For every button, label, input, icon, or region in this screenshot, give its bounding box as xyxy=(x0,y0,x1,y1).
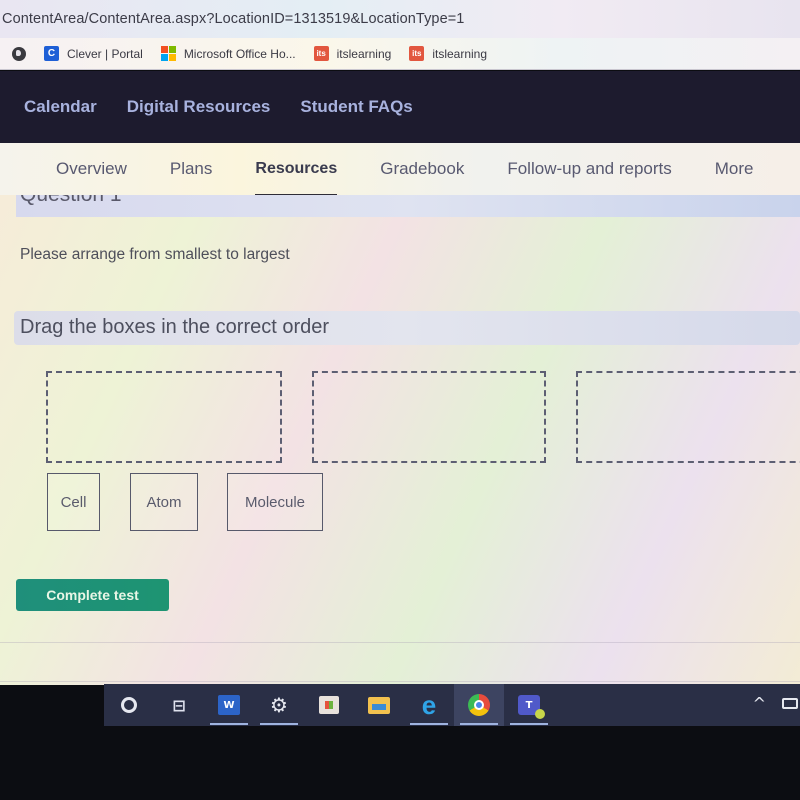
complete-test-button[interactable]: Complete test xyxy=(16,579,169,611)
file-explorer-icon xyxy=(368,696,390,714)
itslearning-icon: its xyxy=(409,46,425,61)
bookmark-label: Microsoft Office Ho... xyxy=(183,46,296,61)
word-icon: W xyxy=(218,695,240,715)
microsoft-office-icon xyxy=(160,46,176,61)
bookmark-label: itslearning xyxy=(432,46,488,61)
course-tabs: Overview Plans Resources Gradebook Follo… xyxy=(0,143,800,198)
tab-gradebook[interactable]: Gradebook xyxy=(380,143,464,195)
clever-icon: C xyxy=(44,46,59,61)
tab-resources[interactable]: Resources xyxy=(255,143,337,198)
test-content: Question 1 Please arrange from smallest … xyxy=(0,195,800,685)
question-title: Question 1 xyxy=(20,195,122,207)
drag-tile-molecule[interactable]: Molecule xyxy=(227,473,323,531)
drop-zone-1[interactable] xyxy=(46,371,282,463)
question-header: Question 1 xyxy=(16,195,800,217)
bookmarks-bar: C Clever | Portal Microsoft Office Ho...… xyxy=(0,38,800,70)
tab-more[interactable]: More xyxy=(715,143,754,195)
bookmark-clever[interactable]: C Clever | Portal xyxy=(44,46,143,61)
tab-overview[interactable]: Overview xyxy=(56,143,127,195)
taskbar-file-explorer[interactable] xyxy=(354,684,404,726)
divider xyxy=(0,681,800,682)
taskbar: ⊟ W ⚙ e T ^ xyxy=(104,684,800,726)
instruction-text: Drag the boxes in the correct order xyxy=(20,316,330,338)
drop-zone-2[interactable] xyxy=(312,371,546,463)
microsoft-store-icon xyxy=(319,696,339,714)
drag-tile-cell[interactable]: Cell xyxy=(47,473,100,531)
cortana-icon xyxy=(121,697,137,713)
taskbar-chrome[interactable] xyxy=(454,684,504,726)
tab-plans[interactable]: Plans xyxy=(170,143,213,195)
bookmark-label: Clever | Portal xyxy=(67,46,143,61)
settings-gear-icon: ⚙ xyxy=(270,693,288,717)
taskbar-edge[interactable]: e xyxy=(404,684,454,726)
address-bar[interactable]: ContentArea/ContentArea.aspx?LocationID=… xyxy=(0,0,800,38)
nav-digital-resources[interactable]: Digital Resources xyxy=(127,97,271,117)
chrome-icon xyxy=(468,694,490,716)
taskbar-cortana[interactable] xyxy=(104,684,154,726)
bookmark-microsoft-office[interactable]: Microsoft Office Ho... xyxy=(160,46,296,61)
battery-icon[interactable] xyxy=(782,698,798,709)
teams-icon: T xyxy=(518,695,545,719)
task-view-icon: ⊟ xyxy=(172,695,186,715)
taskbar-word[interactable]: W xyxy=(204,684,254,726)
itslearning-icon: its xyxy=(313,46,329,61)
drag-tile-atom[interactable]: Atom xyxy=(130,473,198,531)
question-prompt: Please arrange from smallest to largest xyxy=(20,246,290,263)
site-nav: Calendar Digital Resources Student FAQs xyxy=(0,71,800,143)
taskbar-settings[interactable]: ⚙ xyxy=(254,684,304,726)
globe-icon xyxy=(12,46,26,61)
edge-icon: e xyxy=(421,689,437,720)
taskbar-task-view[interactable]: ⊟ xyxy=(154,684,204,726)
nav-calendar[interactable]: Calendar xyxy=(24,97,97,117)
bookmark-label: itslearning xyxy=(336,46,392,61)
taskbar-store[interactable] xyxy=(304,684,354,726)
drop-zone-3[interactable] xyxy=(576,371,800,463)
tab-follow-up-and-reports[interactable]: Follow-up and reports xyxy=(507,143,671,195)
nav-student-faqs[interactable]: Student FAQs xyxy=(300,97,412,117)
url-text[interactable]: ContentArea/ContentArea.aspx?LocationID=… xyxy=(2,11,464,27)
instruction-bar: Drag the boxes in the correct order xyxy=(14,311,800,345)
bookmark-itslearning-1[interactable]: its itslearning xyxy=(313,46,392,61)
tray-chevron-up-icon[interactable]: ^ xyxy=(753,694,766,713)
divider xyxy=(0,642,800,643)
taskbar-teams[interactable]: T xyxy=(504,684,554,726)
bookmark-itslearning-2[interactable]: its itslearning xyxy=(409,46,487,61)
